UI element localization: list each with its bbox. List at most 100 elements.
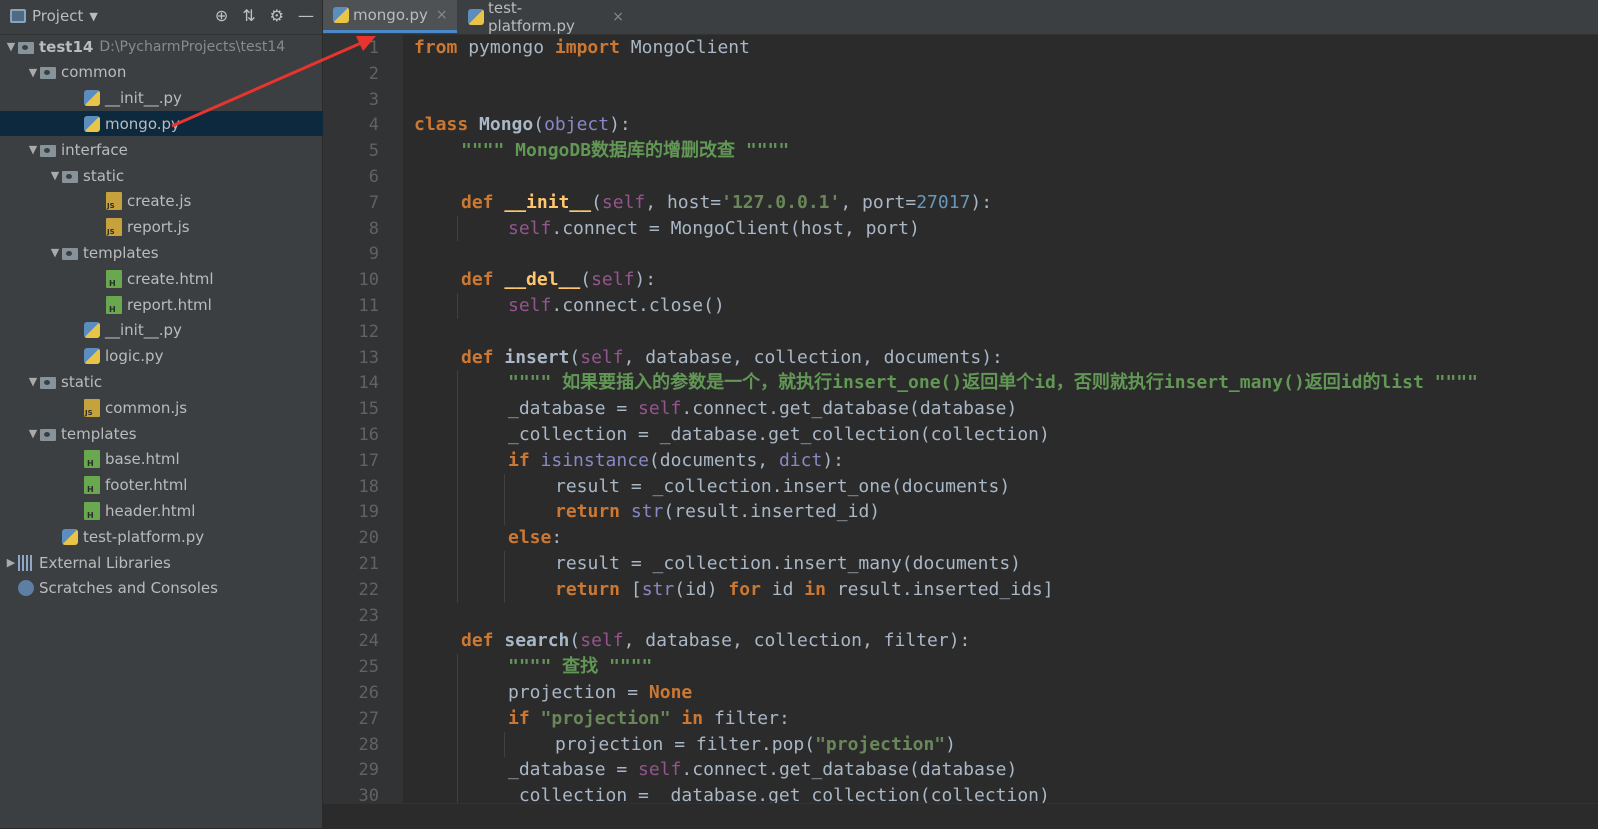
code-token: in (681, 707, 704, 729)
editor-tab[interactable]: mongo.py × (323, 0, 457, 33)
code-editor[interactable]: 1 2 3 4 5 6 7 8 9 10 11 12 13 14 15 16 17 18 19 20 21 22 23 24 2… (323, 35, 1598, 809)
line-number: 20 (358, 528, 379, 549)
close-icon[interactable]: × (436, 7, 448, 23)
editor-tab[interactable]: test-platform.py × (458, 0, 634, 35)
line-number: 27 (358, 708, 379, 729)
tree-item[interactable]: Scratches and Consoles (0, 576, 326, 601)
code-line[interactable]: projection = filter.pop("projection") (555, 732, 956, 758)
collapse-all-icon[interactable]: ⇅ (242, 6, 255, 25)
line-number: 6 (368, 167, 379, 187)
indent-guide (504, 731, 505, 758)
code-token: self (638, 759, 682, 781)
gear-icon[interactable]: ⚙ (270, 6, 284, 25)
code-line[interactable]: def __del__(self): (461, 267, 656, 293)
line-number: 5 (368, 141, 379, 162)
tree-item[interactable]: ▼ templates (0, 421, 348, 446)
code-line[interactable]: """" 如果要插入的参数是一个，就执行insert_one()返回单个id，否… (508, 370, 1478, 396)
code-line[interactable]: _collection = _database.get_collection(c… (508, 422, 1050, 448)
project-view-selector[interactable]: Project ▼ (10, 7, 98, 25)
line-number: 23 (358, 605, 379, 626)
line-number: 26 (358, 683, 379, 703)
code-line[interactable]: def insert(self, database, collection, d… (461, 345, 1003, 371)
indent-guide (504, 576, 505, 603)
tree-item[interactable]: ▼ static (0, 163, 370, 188)
chevron-down-icon: ▼ (89, 9, 98, 23)
code-line[interactable]: result = _collection.insert_many(documen… (555, 551, 1021, 577)
code-line[interactable]: def search(self, database, collection, f… (461, 628, 970, 654)
tree-item[interactable]: ▼ static (0, 369, 348, 394)
code-line[interactable]: class Mongo(object): (414, 112, 631, 138)
code-token: id (760, 578, 805, 600)
line-number: 29 (358, 760, 379, 781)
tree-item-label: External Libraries (39, 553, 171, 572)
code-token: '127.0.0.1' (721, 191, 841, 213)
code-line[interactable]: from pymongo import MongoClient (414, 35, 750, 61)
expanded-arrow-icon[interactable]: ▼ (26, 427, 40, 440)
project-panel: Project ▼ ⊕ ⇅ ⚙ — ▼ test14 D:\PycharmProje… (0, 0, 392, 828)
code-token: import (554, 37, 620, 58)
code-token: Mongo (479, 114, 534, 136)
code-token: "projection" (540, 707, 671, 729)
hide-panel-icon[interactable]: — (298, 6, 314, 25)
code-line[interactable]: self.connect = MongoClient(host, port) (508, 216, 920, 242)
locate-icon[interactable]: ⊕ (215, 6, 228, 25)
code-token: _database = (508, 759, 639, 781)
code-line[interactable]: """" 查找 """" (508, 654, 652, 680)
code-line[interactable]: return [str(id) for id in result.inserte… (555, 577, 1054, 603)
indent-guide (457, 705, 458, 732)
html-file-icon (106, 269, 122, 288)
code-token: """" 查找 """" (508, 656, 653, 678)
code-line[interactable]: _database = self.connect.get_database(da… (508, 757, 1017, 783)
line-number: 12 (358, 321, 379, 342)
code-line[interactable]: else: (508, 525, 562, 551)
line-number: 15 (358, 399, 379, 420)
code-token: __del__ (504, 269, 581, 291)
expanded-arrow-icon[interactable]: ▼ (26, 143, 40, 156)
expanded-arrow-icon[interactable]: ▼ (26, 66, 40, 79)
indent-guide (457, 654, 458, 680)
python-file-icon (84, 115, 100, 132)
expanded-arrow-icon[interactable]: ▼ (26, 375, 40, 388)
close-icon[interactable]: × (612, 9, 624, 25)
line-number: 1 (368, 38, 379, 58)
line-number: 17 (358, 450, 379, 471)
code-token: __init__ (504, 191, 592, 213)
code-line[interactable]: _database = self.connect.get_database(da… (508, 396, 1017, 422)
code-line[interactable]: def __init__(self, host='127.0.0.1', por… (461, 190, 992, 216)
code-line[interactable]: return str(result.inserted_id) (555, 499, 880, 525)
folder-icon (40, 67, 56, 80)
tree-item[interactable]: ▼ interface (0, 137, 348, 162)
horizontal-scrollbar[interactable] (323, 803, 1598, 829)
tree-item-label: test14 (39, 37, 94, 56)
code-token: ( (569, 346, 581, 368)
code-line[interactable]: self.connect.close() (508, 293, 725, 319)
tree-item[interactable]: ▼ common (0, 60, 348, 85)
code-line[interactable]: if "projection" in filter: (508, 706, 790, 732)
code-token: .connect.get_database(database) (681, 398, 1018, 420)
expanded-arrow-icon[interactable]: ▼ (48, 246, 62, 259)
line-number: 4 (368, 115, 379, 136)
code-token: str (641, 578, 675, 600)
code-token: object (544, 114, 610, 136)
tree-item[interactable]: ▼ test14 D:\PycharmProjects\test14 (0, 34, 326, 59)
tree-item-label: report.js (127, 218, 190, 237)
tree-item-label: create.js (127, 192, 192, 211)
tree-item[interactable]: test-platform.py (0, 524, 370, 549)
tree-item[interactable]: ▼ templates (0, 240, 370, 265)
code-token: self (591, 269, 635, 291)
code-token: , database, collection, filter): (623, 630, 971, 652)
code-line[interactable]: if isinstance(documents, dict): (508, 448, 844, 474)
code-line[interactable]: projection = None (508, 680, 692, 706)
expanded-arrow-icon[interactable]: ▼ (48, 169, 62, 182)
code-line[interactable]: result = _collection.insert_one(document… (555, 474, 1010, 500)
code-line[interactable]: """" MongoDB数据库的增删改查 """" (461, 138, 789, 164)
line-number: 7 (368, 192, 379, 213)
code-token: self (601, 191, 646, 213)
tree-item[interactable]: ▶ External Libraries (0, 550, 326, 575)
expanded-arrow-icon[interactable]: ▼ (4, 40, 18, 53)
code-token: (documents, (648, 449, 779, 471)
collapsed-arrow-icon[interactable]: ▶ (4, 556, 18, 569)
python-file-icon (333, 7, 349, 23)
